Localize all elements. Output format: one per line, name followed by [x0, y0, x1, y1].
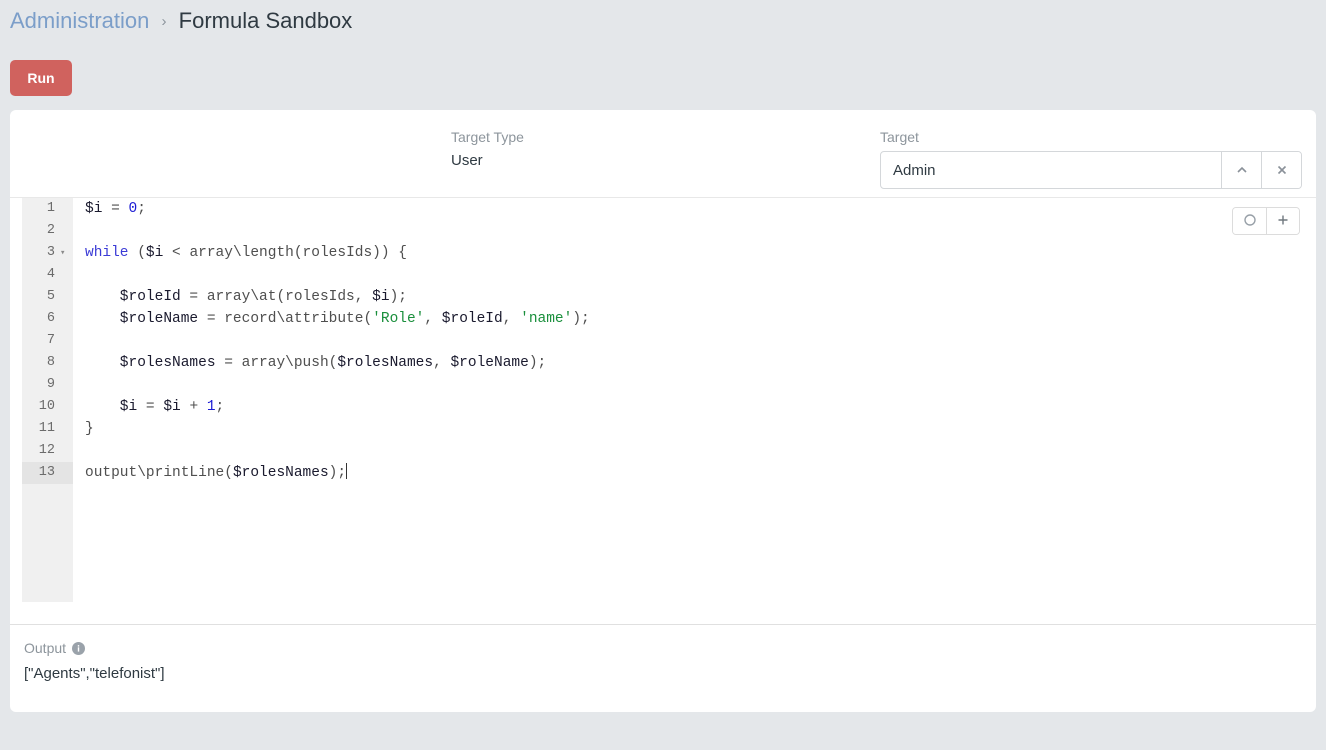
code-editor[interactable]: 1 $i = 0; 2 3 ▾ while ($i < array\length(role…	[10, 198, 1316, 624]
code-line[interactable]: 3 ▾ while ($i < array\length(rolesIds)) {	[22, 242, 1316, 264]
code-line[interactable]: 1 $i = 0;	[22, 198, 1316, 220]
code-content[interactable]: 1 $i = 0; 2 3 ▾ while ($i < array\length(role…	[22, 198, 1316, 484]
fields-row: Target Type User Target	[10, 110, 1316, 198]
line-number: 12	[38, 443, 55, 458]
line-number: 6	[46, 311, 55, 326]
code-line[interactable]: 10 $i = $i + 1;	[22, 396, 1316, 418]
code-line-text: while ($i < array\length(rolesIds)) {	[85, 245, 407, 261]
info-icon[interactable]	[72, 641, 86, 655]
target-expand-button[interactable]	[1221, 152, 1261, 188]
code-line-text: output\printLine($rolesNames);	[85, 463, 348, 481]
output-section: Output ["Agents","telefonist"]	[10, 624, 1316, 712]
target-clear-button[interactable]	[1261, 152, 1301, 188]
fold-toggle-icon[interactable]: ▾	[60, 242, 70, 264]
target-label: Target	[880, 129, 919, 145]
line-number: 1	[46, 201, 55, 216]
line-number: 9	[46, 377, 55, 392]
run-button[interactable]: Run	[10, 60, 72, 96]
line-number: 10	[38, 399, 55, 414]
code-line[interactable]: 5 $roleId = array\at(rolesIds, $i);	[22, 286, 1316, 308]
code-line-text: }	[85, 421, 94, 437]
line-number: 2	[46, 223, 55, 238]
target-input[interactable]	[881, 152, 1221, 188]
breadcrumb: Administration › Formula Sandbox	[10, 6, 352, 39]
target-type-value: User	[451, 152, 483, 169]
chevron-up-icon	[1235, 163, 1249, 177]
code-line[interactable]: 8 $rolesNames = array\push($rolesNames, …	[22, 352, 1316, 374]
output-label-row: Output	[24, 639, 1302, 657]
line-number: 11	[38, 421, 55, 436]
code-line[interactable]: 2	[22, 220, 1316, 242]
code-line[interactable]: 11}	[22, 418, 1316, 440]
circle-button[interactable]	[1233, 208, 1266, 234]
line-number: 8	[46, 355, 55, 370]
code-line[interactable]: 7	[22, 330, 1316, 352]
target-type-label: Target Type	[451, 129, 524, 145]
code-line-text: $i = $i + 1;	[85, 399, 225, 415]
code-line[interactable]: 9	[22, 374, 1316, 396]
line-number: 13	[38, 465, 55, 480]
target-select[interactable]	[880, 151, 1302, 189]
formula-sandbox-panel: Target Type User Target Admin 1 $i = 0; …	[10, 110, 1316, 712]
breadcrumb-separator-icon: ›	[161, 13, 167, 30]
line-number: 4	[46, 267, 55, 282]
code-line[interactable]: 6 $roleName = record\attribute('Role', $…	[22, 308, 1316, 330]
line-number: 3	[46, 245, 55, 260]
editor-toolbar	[1232, 207, 1300, 235]
code-line-text: $roleId = array\at(rolesIds, $i);	[85, 289, 407, 305]
output-label: Output	[24, 640, 67, 656]
code-line[interactable]: 4	[22, 264, 1316, 286]
target-field: Target	[880, 128, 1302, 189]
circle-icon	[1243, 213, 1257, 230]
code-line-text: $roleName = record\attribute('Role', $ro…	[85, 311, 590, 327]
add-button[interactable]	[1266, 208, 1299, 234]
output-value: ["Agents","telefonist"]	[24, 665, 165, 682]
line-number: 5	[46, 289, 55, 304]
plus-icon	[1276, 213, 1290, 230]
code-line[interactable]: 12	[22, 440, 1316, 462]
line-number: 7	[46, 333, 55, 348]
close-icon	[1275, 163, 1289, 177]
text-cursor	[346, 463, 348, 479]
breadcrumb-link-administration[interactable]: Administration	[10, 8, 149, 33]
target-type-field: Target Type User	[451, 128, 524, 171]
code-line-text: $rolesNames = array\push($rolesNames, $r…	[85, 355, 547, 371]
code-line[interactable]: 13 output\printLine($rolesNames);	[22, 462, 1316, 484]
page-title: Formula Sandbox	[178, 8, 353, 33]
code-line-text: $i = 0;	[85, 201, 146, 217]
